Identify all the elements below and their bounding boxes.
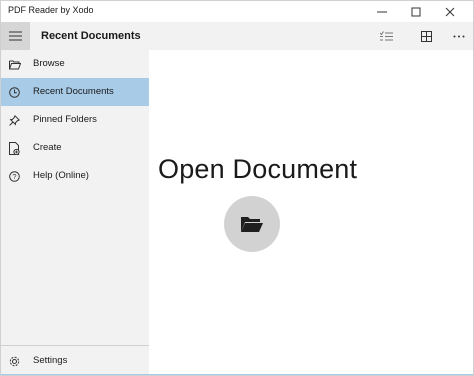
minimize-icon xyxy=(377,11,387,12)
help-icon: ? xyxy=(8,170,21,183)
sidebar-item-browse[interactable]: Browse xyxy=(1,50,149,78)
close-button[interactable] xyxy=(433,1,467,22)
maximize-icon xyxy=(411,7,421,16)
sidebar-item-settings[interactable]: Settings xyxy=(1,347,149,375)
svg-text:?: ? xyxy=(12,172,16,181)
sidebar-item-help-online[interactable]: ? Help (Online) xyxy=(1,162,149,190)
hamburger-menu-button[interactable] xyxy=(1,22,30,50)
sidebar-item-recent-documents[interactable]: Recent Documents xyxy=(1,78,149,106)
main-content: Open Document xyxy=(149,50,473,375)
list-select-icon xyxy=(379,30,393,40)
sidebar-item-label: Settings xyxy=(33,355,68,366)
window-title: PDF Reader by Xodo xyxy=(8,5,94,15)
title-bar: PDF Reader by Xodo xyxy=(1,1,473,22)
sidebar-item-label: Browse xyxy=(33,58,65,69)
sidebar-item-create[interactable]: Create xyxy=(1,134,149,162)
folder-open-icon xyxy=(241,216,263,232)
close-icon xyxy=(445,7,455,16)
window-bottom-edge xyxy=(1,374,473,375)
more-icon xyxy=(453,35,465,37)
list-select-button[interactable] xyxy=(372,22,400,50)
clock-icon xyxy=(8,86,21,99)
open-document-button[interactable] xyxy=(224,196,280,252)
app-header: Recent Documents xyxy=(1,22,473,50)
maximize-button[interactable] xyxy=(399,1,433,22)
create-document-icon xyxy=(8,142,21,155)
open-document-heading: Open Document xyxy=(158,154,358,184)
minimize-button[interactable] xyxy=(365,1,399,22)
app-window: PDF Reader by Xodo Recent Documents Brow… xyxy=(0,0,474,376)
grid-view-button[interactable] xyxy=(412,22,440,50)
grid-view-icon xyxy=(420,30,432,42)
sidebar-item-label: Pinned Folders xyxy=(33,114,97,125)
pin-icon xyxy=(8,114,21,127)
sidebar-item-pinned-folders[interactable]: Pinned Folders xyxy=(1,106,149,134)
sidebar-item-label: Recent Documents xyxy=(33,86,114,97)
sidebar-divider xyxy=(1,345,149,346)
sidebar-item-label: Help (Online) xyxy=(33,170,89,181)
hamburger-icon xyxy=(9,31,22,41)
gear-icon xyxy=(8,355,21,368)
folder-open-icon xyxy=(8,58,21,71)
page-title: Recent Documents xyxy=(41,30,141,42)
sidebar-item-label: Create xyxy=(33,142,62,153)
sidebar: Browse Recent Documents Pinned Folders C… xyxy=(1,50,149,375)
more-options-button[interactable] xyxy=(445,22,473,50)
